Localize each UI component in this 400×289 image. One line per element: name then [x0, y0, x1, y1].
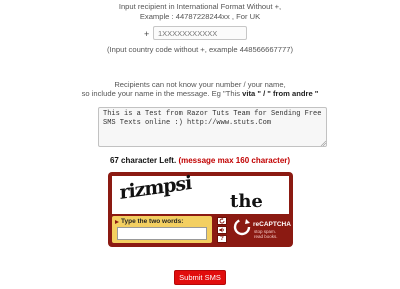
recipient-instruction-line2: Example : 44787228244xx , For UK	[139, 12, 261, 21]
message-max-note: (message max 160 character)	[178, 156, 291, 165]
recipient-instruction-line1: Input recipient in International Format …	[118, 2, 282, 11]
recipient-phone-input[interactable]	[153, 26, 247, 40]
captcha-input-panel: Type the two words:	[112, 216, 212, 243]
refresh-icon	[219, 218, 225, 224]
audio-icon	[219, 227, 225, 233]
plus-prefix: +	[144, 29, 150, 39]
captcha-image: rizmpsi the	[112, 172, 289, 214]
captcha-audio-button[interactable]	[217, 226, 227, 234]
submit-sms-button[interactable]: Submit SMS	[174, 270, 226, 285]
captcha-response-input[interactable]	[117, 227, 207, 240]
name-notice-vita: vita	[242, 89, 256, 98]
arrow-right-icon	[115, 220, 119, 224]
name-notice-prefix: so include your name in the message. Eg …	[81, 89, 243, 98]
resize-grip-icon[interactable]	[320, 140, 326, 146]
recaptcha-widget: rizmpsi the Type the two words: ? reCAPT…	[108, 172, 293, 247]
name-notice-mid: " / "	[255, 89, 273, 98]
help-icon: ?	[220, 236, 224, 242]
recaptcha-tagline-2: read books.	[254, 234, 278, 239]
characters-left: 67 character Left.	[109, 156, 177, 165]
captcha-input-label: Type the two words:	[121, 218, 184, 225]
name-notice-line1: Recipients can not know your number / yo…	[114, 80, 286, 89]
captcha-word-1: rizmpsi	[119, 171, 192, 204]
character-counter: 67 character Left. (message max 160 char…	[0, 156, 400, 165]
message-textarea[interactable]: This is a Test from Razor Tuts Team for …	[98, 107, 327, 147]
recaptcha-brand: reCAPTCHA	[253, 221, 291, 228]
name-notice-line2: so include your name in the message. Eg …	[0, 89, 400, 98]
captcha-word-2: the	[230, 191, 263, 212]
captcha-help-button[interactable]: ?	[217, 235, 227, 243]
captcha-refresh-button[interactable]	[217, 217, 227, 225]
name-notice-from: from andre	[273, 89, 313, 98]
recaptcha-logo-icon	[233, 218, 251, 236]
recipient-hint: (Input country code without +, example 4…	[107, 45, 293, 54]
name-notice-suffix: "	[312, 89, 319, 98]
recaptcha-branding: reCAPTCHA stop spam. read books.	[233, 218, 291, 243]
